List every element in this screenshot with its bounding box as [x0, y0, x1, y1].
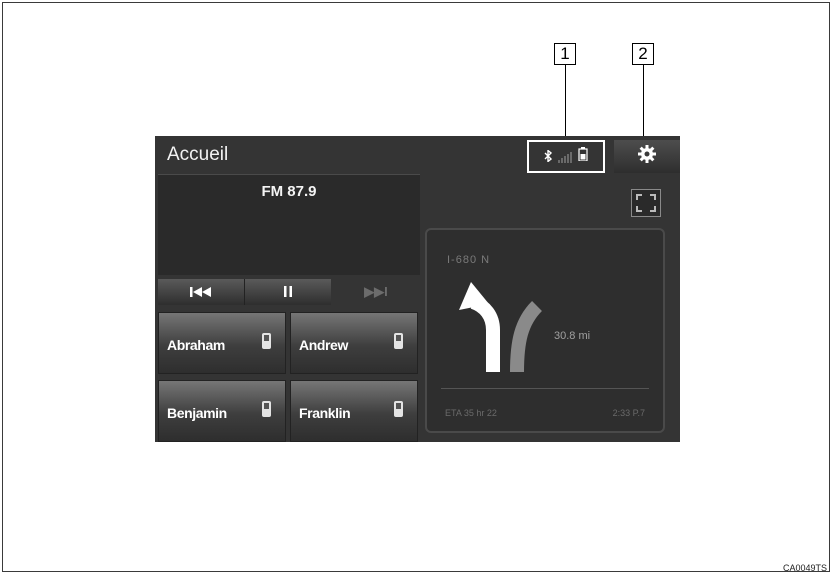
- road-name: I-680 N: [447, 254, 491, 266]
- bluetooth-icon: [544, 148, 553, 164]
- station-label: FM 87.9: [261, 183, 317, 200]
- favorite-contact-button[interactable]: Benjamin: [158, 380, 286, 442]
- pause-icon: [284, 285, 292, 300]
- phone-icon: [262, 333, 271, 349]
- phone-icon: [394, 333, 403, 349]
- navigation-panel[interactable]: I-680 N 30.8 mi ETA 35 hr 22 2:33 P.7: [425, 228, 665, 433]
- screen-title: Accueil: [167, 144, 229, 165]
- previous-track-icon: [190, 285, 212, 300]
- contact-name: Andrew: [299, 337, 348, 353]
- favorite-contact-button[interactable]: Franklin: [290, 380, 418, 442]
- gear-icon: [637, 144, 657, 169]
- audio-panel[interactable]: FM 87.9: [158, 174, 420, 275]
- phone-icon: [262, 401, 271, 417]
- eta-label: ETA 35 hr 22: [445, 408, 497, 418]
- contact-name: Benjamin: [167, 405, 227, 421]
- favorite-contact-button[interactable]: Abraham: [158, 312, 286, 374]
- phone-icon: [394, 401, 403, 417]
- settings-button[interactable]: [614, 140, 680, 173]
- battery-icon: [578, 147, 588, 166]
- nav-divider: [441, 388, 649, 389]
- callout-1: 1: [554, 43, 576, 65]
- pause-button[interactable]: [245, 279, 331, 305]
- next-track-icon: ▶▶I: [364, 284, 388, 299]
- home-screen: Accueil FM 87.9 ▶▶I Abraham Andrew Benja…: [155, 136, 680, 442]
- next-track-button[interactable]: ▶▶I: [332, 279, 420, 305]
- figure-code: CA0049TS: [782, 563, 827, 573]
- status-icons-area[interactable]: [527, 140, 605, 173]
- signal-icon: [558, 151, 572, 163]
- favorite-contact-button[interactable]: Andrew: [290, 312, 418, 374]
- callout-2: 2: [632, 43, 654, 65]
- callout-2-leader: [643, 65, 644, 142]
- distance-label: 30.8 mi: [554, 330, 591, 342]
- arrival-time-label: 2:33 P.7: [612, 408, 645, 418]
- callout-1-leader: [565, 65, 566, 139]
- previous-track-button[interactable]: [158, 279, 245, 305]
- contact-name: Franklin: [299, 405, 351, 421]
- expand-button[interactable]: [631, 189, 661, 217]
- contact-name: Abraham: [167, 337, 225, 353]
